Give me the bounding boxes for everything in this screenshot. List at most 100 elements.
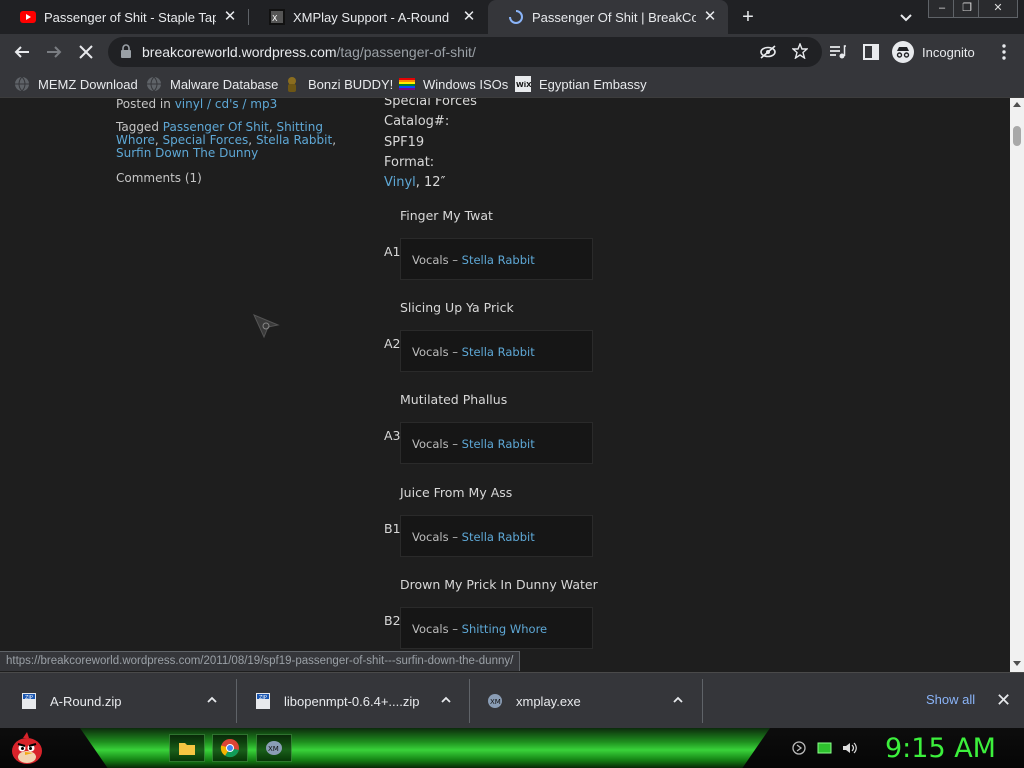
address-bar[interactable]: breakcoreworld.wordpress.com/tag/passeng…	[108, 37, 822, 67]
tag-link[interactable]: Passenger Of Shit	[163, 120, 269, 134]
tag-link[interactable]: Surfin Down The Dunny	[116, 146, 258, 160]
tag-link[interactable]: Stella Rabbit	[256, 133, 332, 147]
bookmark-label: Malware Database	[170, 76, 279, 92]
close-downloads-icon[interactable]: ✕	[996, 690, 1011, 711]
vocalist-link[interactable]: Stella Rabbit	[462, 437, 535, 451]
scrollbar-thumb[interactable]	[1013, 126, 1021, 146]
lock-icon[interactable]	[120, 44, 132, 64]
bookmark-memz[interactable]: MEMZ Download	[14, 75, 138, 93]
page-scrollbar[interactable]	[1010, 98, 1024, 672]
tab-close-icon[interactable]: ✕	[222, 9, 238, 25]
track-credits: Vocals – Stella Rabbit	[400, 238, 593, 280]
chevron-up-icon[interactable]	[206, 693, 222, 709]
incognito-icon	[892, 41, 914, 63]
taskbar-chrome[interactable]	[212, 734, 248, 762]
track-position: B1	[384, 521, 401, 536]
download-separator	[236, 679, 237, 723]
back-arrow-icon[interactable]	[12, 42, 32, 62]
zip-file-icon: ZIP	[254, 692, 272, 710]
tab-youtube[interactable]: Passenger of Shit - Staple Tapew ✕	[0, 0, 248, 34]
url-path: /tag/passenger-of-shit/	[336, 44, 476, 60]
tab-title: XMPlay Support - A-Round	[293, 9, 450, 25]
tagged-block: Tagged Passenger Of Shit, Shitting Whore…	[116, 120, 337, 160]
media-queue-icon[interactable]	[828, 42, 848, 62]
close-window-button[interactable]: ✕	[978, 0, 1018, 18]
download-item[interactable]: ZIP libopenmpt-0.6.4+....zip	[254, 673, 464, 729]
chevron-down-icon[interactable]	[896, 7, 916, 27]
url-text[interactable]: breakcoreworld.wordpress.com/tag/passeng…	[142, 44, 476, 60]
url-host: breakcoreworld.wordpress.com	[142, 44, 337, 60]
download-item[interactable]: XM xmplay.exe	[486, 673, 696, 729]
track-credits: Vocals – Stella Rabbit	[400, 515, 593, 557]
taskbar: XM 9:15 AM	[0, 728, 1024, 768]
tab-close-icon[interactable]: ✕	[702, 9, 718, 25]
vocalist-link[interactable]: Stella Rabbit	[462, 345, 535, 359]
bookmark-egyptian-embassy[interactable]: WiX Egyptian Embassy	[515, 75, 647, 93]
loading-icon	[508, 9, 524, 25]
scroll-up-arrow-icon[interactable]	[1013, 102, 1021, 107]
download-filename: libopenmpt-0.6.4+....zip	[284, 693, 420, 709]
svg-text:WiX: WiX	[516, 81, 531, 89]
globe-icon	[146, 76, 162, 92]
scroll-down-arrow-icon[interactable]	[1013, 661, 1021, 666]
minimize-button[interactable]: –	[928, 0, 956, 18]
tab-close-icon[interactable]: ✕	[461, 9, 477, 25]
catalog-value: SPF19	[384, 135, 425, 150]
format-value: Vinyl, 12″	[384, 175, 445, 190]
xmplay-icon: XM	[266, 741, 282, 755]
zip-file-icon: ZIP	[20, 692, 38, 710]
battery-icon[interactable]	[817, 741, 832, 755]
page-content: Posted in vinyl / cd's / mp3 Tagged Pass…	[0, 98, 1010, 672]
start-button-angry-bird-icon[interactable]	[8, 730, 46, 766]
taskbar-xmplay[interactable]: XM	[256, 734, 292, 762]
forward-arrow-icon[interactable]	[44, 42, 64, 62]
show-all-downloads-link[interactable]: Show all	[926, 692, 975, 707]
downloads-bar: ZIP A-Round.zip ZIP libopenmpt-0.6.4+...…	[0, 672, 1024, 728]
vocals-label: Vocals –	[412, 345, 458, 359]
tagged-prefix: Tagged	[116, 120, 159, 134]
comments-link[interactable]: Comments (1)	[116, 171, 202, 185]
format-label: Format:	[384, 155, 435, 170]
bookmark-malware-database[interactable]: Malware Database	[146, 75, 278, 93]
vocalist-link[interactable]: Stella Rabbit	[462, 253, 535, 267]
tab-breakcoreworld[interactable]: Passenger Of Shit | BreakCoreWo ✕	[488, 0, 728, 34]
posted-in-link[interactable]: vinyl / cd's / mp3	[175, 98, 278, 111]
vocalist-link[interactable]: Stella Rabbit	[462, 530, 535, 544]
youtube-icon	[20, 9, 36, 25]
vocals-label: Vocals –	[412, 253, 458, 267]
svg-text:X: X	[272, 14, 278, 23]
new-tab-icon[interactable]: +	[737, 6, 759, 28]
download-item[interactable]: ZIP A-Round.zip	[20, 673, 230, 729]
track-position: A3	[384, 428, 401, 443]
incognito-indicator[interactable]: Incognito	[892, 38, 975, 66]
bookmark-bonzi-buddy[interactable]: Bonzi BUDDY!	[284, 75, 393, 93]
track-credits: Vocals – Stella Rabbit	[400, 422, 593, 464]
wix-icon: WiX	[515, 76, 531, 92]
folder-icon	[179, 743, 195, 755]
side-panel-icon[interactable]	[861, 42, 881, 62]
star-icon[interactable]	[791, 42, 809, 64]
format-link[interactable]: Vinyl	[384, 175, 416, 190]
network-icon[interactable]	[792, 741, 806, 755]
vocalist-link[interactable]: Shitting Whore	[462, 622, 548, 636]
volume-icon[interactable]	[842, 741, 857, 755]
track-title: Drown My Prick In Dunny Water	[400, 577, 598, 592]
eye-slash-icon[interactable]	[759, 44, 777, 65]
rainbow-flag-icon	[399, 76, 415, 92]
tab-xmplay[interactable]: X XMPlay Support - A-Round ✕	[249, 0, 487, 34]
taskbar-explorer[interactable]	[169, 734, 205, 762]
menu-dots-icon[interactable]	[994, 42, 1014, 62]
bookmark-windows-isos[interactable]: Windows ISOs	[399, 75, 508, 93]
tag-link[interactable]: Special Forces	[163, 133, 249, 147]
chevron-up-icon[interactable]	[440, 693, 456, 709]
chevron-up-icon[interactable]	[672, 693, 688, 709]
restore-button[interactable]: ❐	[953, 0, 981, 18]
stop-loading-icon[interactable]	[76, 42, 96, 62]
vocals-credit: Vocals – Stella Rabbit	[412, 345, 535, 359]
label-link[interactable]: Special Forces	[384, 98, 477, 109]
globe-icon	[14, 76, 30, 92]
svg-text:XM: XM	[490, 698, 501, 706]
taskbar-clock[interactable]: 9:15 AM	[885, 733, 996, 764]
track-title: Juice From My Ass	[400, 485, 513, 500]
vocals-credit: Vocals – Stella Rabbit	[412, 253, 535, 267]
